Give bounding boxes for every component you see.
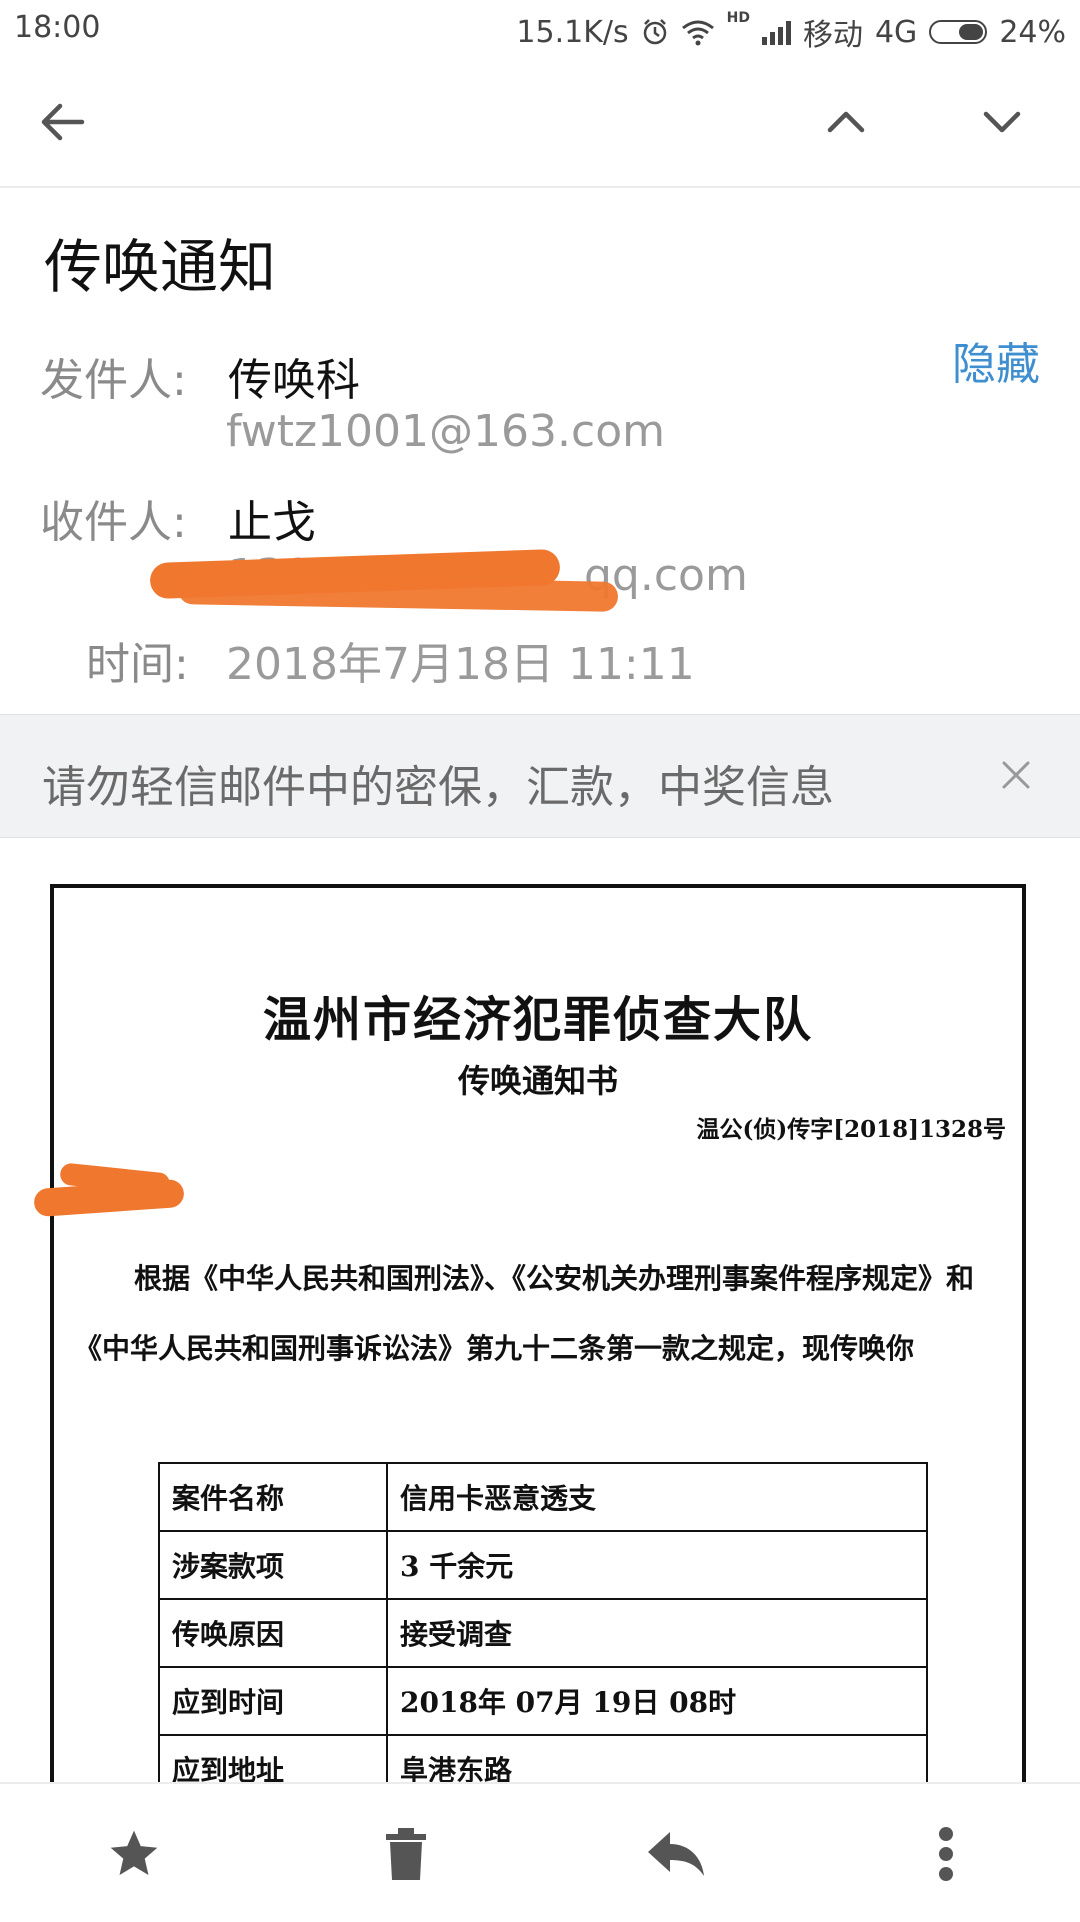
sent-time: 2018年7月18日 11:11: [226, 639, 695, 690]
case-info-table: 案件名称 信用卡恶意透支 涉案款项 3 千余元 传唤原因 接受调查 应到时间 2018年…: [158, 1462, 928, 1804]
table-key: 传唤原因: [158, 1598, 388, 1668]
document-reference-number: 温公(侦)传字[2018]1328号: [696, 1116, 1006, 1143]
table-value: 信用卡恶意透支: [386, 1462, 928, 1532]
from-label: 发件人:: [40, 355, 187, 406]
top-toolbar: [0, 56, 1080, 188]
back-arrow-icon: [41, 103, 85, 141]
hd-badge: HD: [726, 10, 750, 26]
table-key: 案件名称: [158, 1462, 388, 1532]
table-row: 涉案款项 3 千余元: [158, 1530, 928, 1600]
status-icons: 15.1K/s HD 移动 4G 24%: [516, 10, 1066, 54]
table-row: 应到时间 2018年 07月 19日 08时: [158, 1666, 928, 1736]
to-label: 收件人:: [40, 497, 187, 548]
email-subject: 传唤通知: [44, 233, 277, 301]
document-subtitle: 传唤通知书: [457, 1062, 618, 1100]
security-warning-bar: 请勿轻信邮件中的密保，汇款，中奖信息: [0, 714, 1080, 838]
document-body: 根据《中华人民共和国刑法》、《公安机关办理刑事案件程序规定》和《中华人民共和国刑…: [74, 1262, 975, 1365]
wifi-icon: [681, 20, 714, 46]
back-button[interactable]: [26, 86, 98, 158]
recipient-name[interactable]: 止戈: [228, 486, 316, 550]
battery-icon: [929, 20, 988, 44]
trash-icon: [386, 1828, 426, 1880]
carrier-name: 移动: [802, 18, 863, 53]
next-email-button[interactable]: [966, 86, 1038, 158]
table-row: 案件名称 信用卡恶意透支: [158, 1462, 928, 1532]
table-row: 传唤原因 接受调查: [158, 1598, 928, 1668]
reply-icon: [648, 1832, 704, 1876]
battery-percent: 24%: [999, 14, 1066, 50]
status-time: 18:00: [14, 10, 101, 45]
document-title: 温州市经济犯罪侦查大队: [262, 992, 813, 1048]
sender-name[interactable]: 传唤科: [228, 344, 360, 408]
redaction-mark: [177, 574, 619, 612]
network-speed: 15.1K/s: [516, 14, 629, 50]
table-key: 应到时间: [158, 1666, 388, 1736]
bottom-action-bar: [0, 1782, 1080, 1922]
alarm-icon: [643, 19, 666, 45]
sender-address[interactable]: fwtz1001@163.com: [226, 406, 665, 457]
chevron-down-icon: [983, 111, 1021, 133]
star-button[interactable]: [94, 1814, 174, 1894]
table-value: 2018年 07月 19日 08时: [386, 1666, 928, 1736]
table-value: 接受调查: [386, 1598, 928, 1668]
time-label: 时间:: [86, 639, 189, 690]
network-type: 4G: [874, 14, 918, 50]
security-warning-text: 请勿轻信邮件中的密保，汇款，中奖信息: [42, 762, 834, 813]
table-value: 3 千余元: [386, 1530, 928, 1600]
previous-email-button[interactable]: [810, 86, 882, 158]
signal-icon: [761, 19, 791, 45]
close-icon: [1002, 761, 1030, 789]
summons-document-image[interactable]: 温州市经济犯罪侦查大队 传唤通知书 温公(侦)传字[2018]1328号 根据《…: [50, 884, 1026, 1884]
more-options-button[interactable]: [906, 1814, 986, 1894]
star-icon: [110, 1830, 158, 1875]
status-bar: 18:00 15.1K/s HD 移动 4G 24%: [0, 0, 1080, 56]
more-vert-icon: [939, 1827, 953, 1881]
dismiss-warning-button[interactable]: [986, 745, 1046, 805]
chevron-up-icon: [827, 111, 865, 133]
table-key: 涉案款项: [158, 1530, 388, 1600]
hide-details-link[interactable]: 隐藏: [952, 328, 1040, 392]
delete-button[interactable]: [366, 1814, 446, 1894]
reply-button[interactable]: [636, 1814, 716, 1894]
